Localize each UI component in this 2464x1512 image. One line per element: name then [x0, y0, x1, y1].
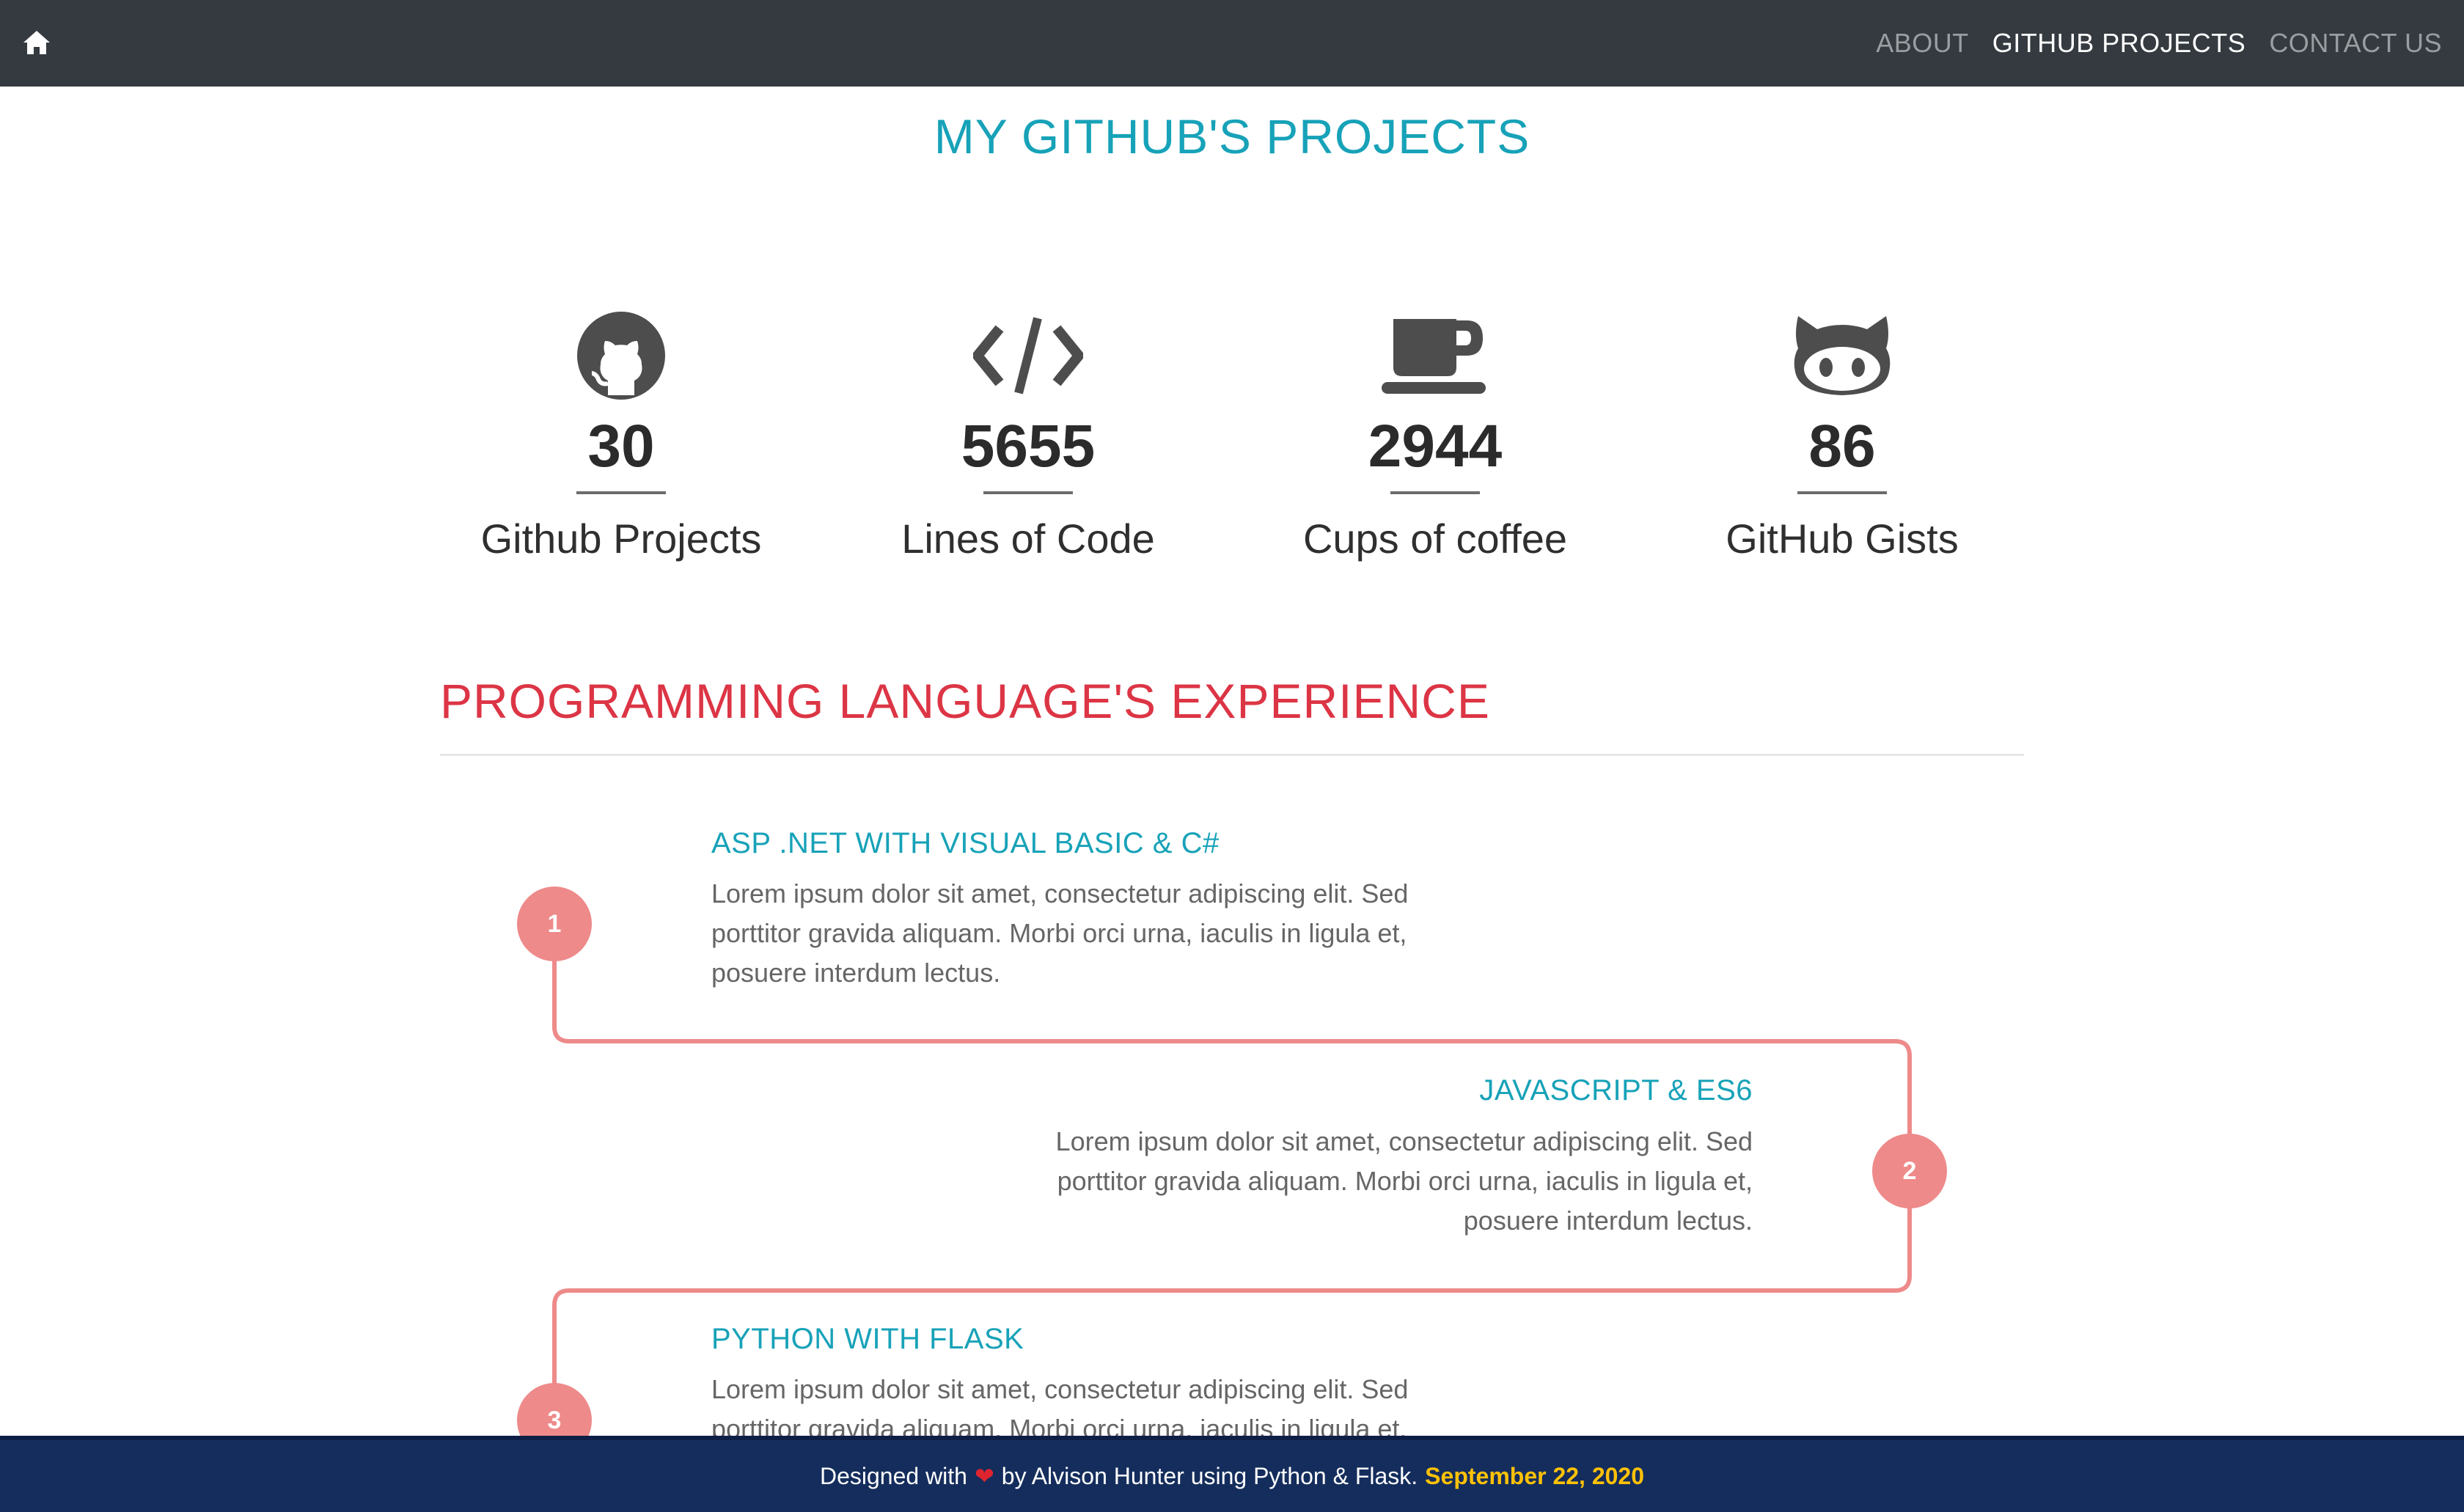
timeline-text: Lorem ipsum dolor sit amet, consectetur … — [711, 878, 1409, 988]
footer-text: Designed with — [819, 1462, 967, 1489]
timeline-step-1: 1 — [517, 887, 592, 961]
heart-icon: ❤ — [974, 1463, 994, 1489]
timeline-step-2: 2 — [1872, 1134, 1947, 1208]
timeline-heading: PYTHON WITH FLASK — [711, 1323, 1024, 1355]
timeline-heading: ASP .NET WITH VISUAL BASIC & C# — [711, 827, 1220, 859]
footer-author: by Alvison Hunter using Python & Flask. — [1001, 1462, 1418, 1489]
timeline-path — [552, 924, 1912, 1436]
timeline-text: Lorem ipsum dolor sit amet, consectetur … — [1055, 1126, 1753, 1236]
timeline-heading: JAVASCRIPT & ES6 — [1479, 1074, 1753, 1107]
footer-date: September 22, 2020 — [1425, 1462, 1645, 1489]
footer: Designed with ❤ by Alvison Hunter using … — [0, 1436, 2464, 1512]
